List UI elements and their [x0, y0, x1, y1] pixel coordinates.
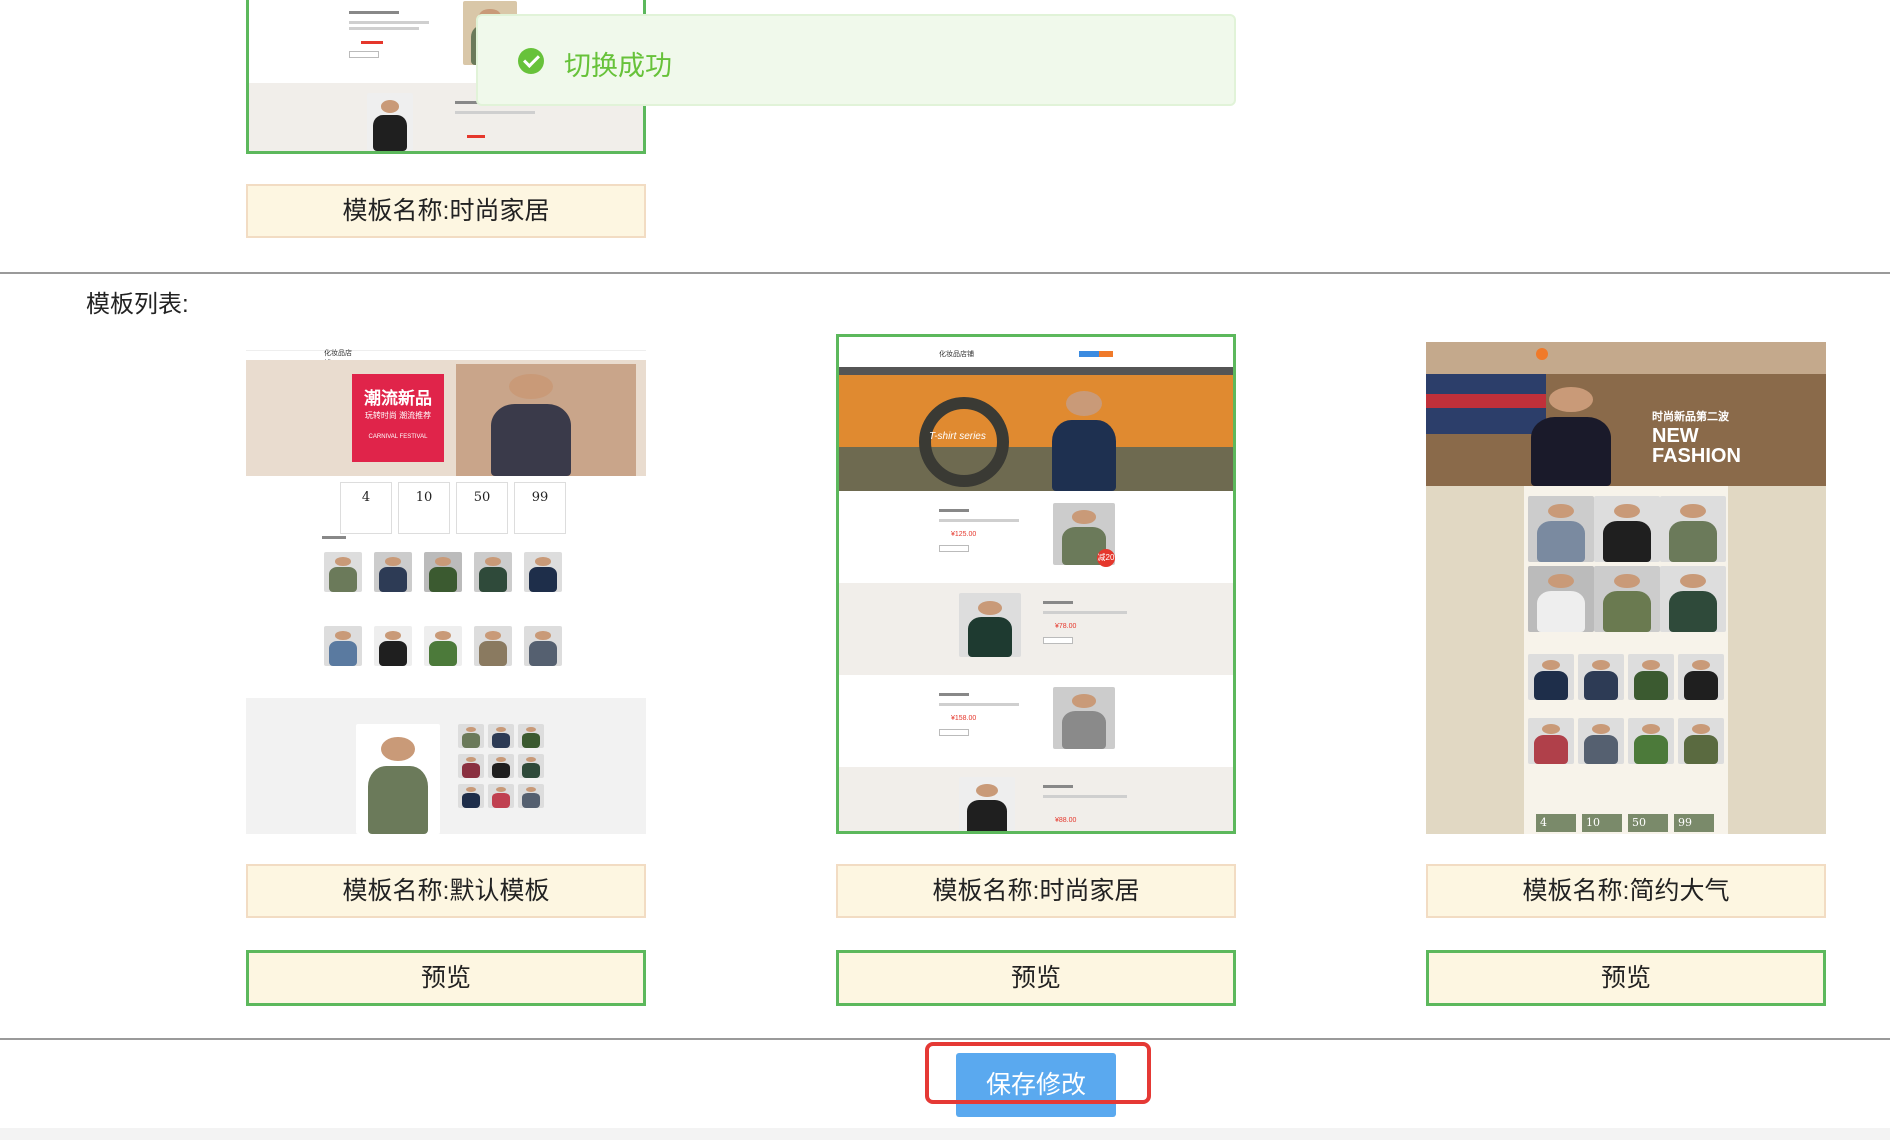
divider-bottom — [0, 1038, 1890, 1040]
template-thumbnail-simple[interactable]: 时尚新品第二波 NEW FASHION 4 10 50 99 — [1426, 334, 1826, 834]
check-circle-icon — [518, 48, 544, 74]
banner-en: CARNIVAL FESTIVAL — [368, 434, 428, 440]
current-template-name: 模板名称:时尚家居 — [246, 184, 646, 238]
stat-box: 99 — [514, 482, 566, 534]
toast-message: 切换成功 — [564, 51, 672, 81]
template-list-label: 模板列表: — [86, 291, 189, 318]
template-name-default: 模板名称:默认模板 — [246, 864, 646, 918]
divider-top — [0, 272, 1890, 274]
preview-button-simple[interactable]: 预览 — [1426, 950, 1826, 1006]
template-name-fashion-home: 模板名称:时尚家居 — [836, 864, 1236, 918]
stat-box: 4 — [340, 482, 392, 534]
banner-title: 潮流新品 — [364, 389, 432, 408]
banner-subtitle: 玩转时尚 潮流推荐 — [364, 411, 432, 420]
footer-strip — [0, 1128, 1890, 1140]
preview-button-fashion-home[interactable]: 预览 — [836, 950, 1236, 1006]
banner-en-new: NEW — [1652, 425, 1699, 447]
template-thumbnail-fashion-home[interactable]: 化妆品店铺 T-shirt series ¥125.00 减20 ¥78.00 … — [836, 334, 1236, 834]
banner-en-fashion: FASHION — [1652, 445, 1741, 467]
highlight-annotation — [925, 1042, 1151, 1104]
template-thumbnail-default[interactable]: 化妆品店铺 潮流新品 玩转时尚 潮流推荐 CARNIVAL FESTIVAL 4… — [246, 334, 646, 834]
preview-button-default[interactable]: 预览 — [246, 950, 646, 1006]
banner-series-text: T-shirt series — [929, 431, 986, 442]
stat-box: 10 — [398, 482, 450, 534]
template-name-simple: 模板名称:简约大气 — [1426, 864, 1826, 918]
success-toast: 切换成功 — [476, 14, 1236, 106]
banner-cn-text: 时尚新品第二波 — [1652, 411, 1729, 423]
stat-box: 50 — [456, 482, 508, 534]
